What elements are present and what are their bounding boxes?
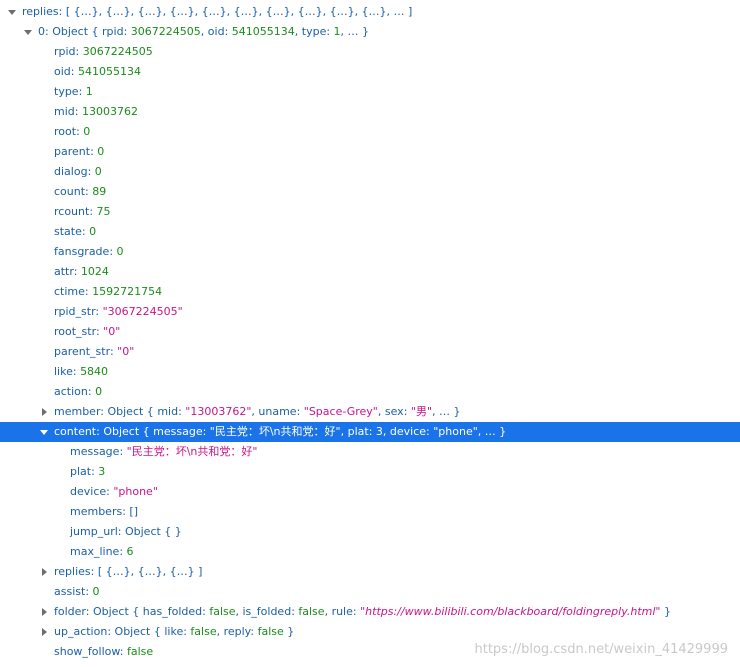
field-value: 13003762 (81, 105, 138, 118)
tree-row-folder[interactable]: folder: Object { has_folded: false, is_f… (0, 602, 740, 622)
field-key: state (54, 225, 82, 238)
tree-row-field: state: 0 (54, 225, 97, 238)
tree-row-content-field: plat: 3 (70, 465, 106, 478)
field-key: root (54, 125, 77, 138)
tree-row-replies[interactable]: replies: [ {…}, {…}, {…}, {…}, {…}, {…},… (0, 2, 740, 22)
tree-row-field: action: 0 (54, 385, 103, 398)
field-key: ctime (54, 285, 85, 298)
field-value: 0 (89, 225, 97, 238)
field-key: like (54, 365, 73, 378)
expand-arrow-icon[interactable] (40, 622, 50, 642)
expand-arrow-icon[interactable] (40, 562, 50, 582)
node-summary: [ {…}, {…}, {…}, {…}, {…}, {…}, {…}, {…}… (65, 5, 413, 18)
field-key: rcount (54, 205, 90, 218)
tree-row-member[interactable]: member: Object { mid: "13003762", uname:… (0, 402, 740, 422)
tree-row-content-field: members: [] (70, 505, 138, 518)
field-value: 0 (97, 145, 105, 158)
tree-row-content-field: max_line: 6 (70, 545, 134, 558)
tree-row-content-field: device: "phone" (70, 485, 158, 498)
tree-row-field: like: 5840 (54, 365, 109, 378)
field-value: Object { } (124, 525, 182, 538)
field-key: plat (70, 465, 92, 478)
field-value: [] (129, 505, 138, 518)
tree-row-replies-nested[interactable]: replies: [ {…}, {…}, {…} ] (0, 562, 740, 582)
expand-arrow-icon[interactable] (40, 602, 50, 622)
field-value: 0 (83, 125, 91, 138)
tree-row-field: ctime: 1592721754 (54, 285, 163, 298)
field-value: 6 (126, 545, 134, 558)
field-value: 75 (96, 205, 111, 218)
field-value: "phone" (113, 485, 158, 498)
field-key: root_str (54, 325, 96, 338)
tree-row-object-0[interactable]: 0: Object { rpid: 3067224505, oid: 54105… (0, 22, 740, 42)
field-key: dialog (54, 165, 88, 178)
field-value: 5840 (80, 365, 109, 378)
collapse-arrow-icon[interactable] (23, 22, 33, 42)
field-value: 0 (116, 245, 124, 258)
tree-row-field: type: 1 (54, 85, 93, 98)
tree-row-content-field: message: "民主党：坏\n共和党：好" (70, 445, 258, 458)
field-key: oid (54, 65, 71, 78)
tree-row-field: mid: 13003762 (54, 105, 138, 118)
field-value: 89 (92, 185, 107, 198)
tree-row-field: parent_str: "0" (54, 345, 135, 358)
tree-row-content-field: jump_url: Object { } (70, 525, 182, 538)
tree-row-field: oid: 541055134 (54, 65, 141, 78)
field-key: action (54, 385, 88, 398)
collapse-arrow-icon[interactable] (39, 422, 49, 442)
field-key: rpid (54, 45, 76, 58)
field-value: "民主党：坏\n共和党：好" (126, 445, 258, 458)
field-value: "3067224505" (102, 305, 183, 318)
field-key: mid (54, 105, 75, 118)
field-value: 1024 (80, 265, 109, 278)
tree-row-field: parent: 0 (54, 145, 105, 158)
tree-row-field: root: 0 (54, 125, 91, 138)
tree-row-field: rcount: 75 (54, 205, 111, 218)
field-key: fansgrade (54, 245, 110, 258)
expand-arrow-icon[interactable] (40, 402, 50, 422)
field-value: 3067224505 (82, 45, 153, 58)
tree-row-field: root_str: "0" (54, 325, 121, 338)
field-key: count (54, 185, 86, 198)
field-key: jump_url (70, 525, 118, 538)
field-value: "0" (103, 325, 121, 338)
field-value: 1592721754 (92, 285, 163, 298)
tree-row-content[interactable]: content: Object { message: "民主党：坏\n共和党：好… (0, 422, 740, 442)
field-value: 0 (95, 385, 103, 398)
tree-row-field: count: 89 (54, 185, 107, 198)
tree-row-assist: assist: 0 (54, 585, 100, 598)
field-value: 1 (85, 85, 93, 98)
field-key: rpid_str (54, 305, 96, 318)
tree-row-field: rpid: 3067224505 (54, 45, 153, 58)
field-key: parent (54, 145, 91, 158)
tree-row-field: fansgrade: 0 (54, 245, 124, 258)
field-key: device (70, 485, 107, 498)
field-key: type (54, 85, 79, 98)
tree-row-field: attr: 1024 (54, 265, 109, 278)
tree-row-up-action[interactable]: up_action: Object { like: false, reply: … (0, 622, 740, 642)
field-key: attr (54, 265, 74, 278)
tree-row-field: rpid_str: "3067224505" (54, 305, 183, 318)
field-value: 3 (98, 465, 106, 478)
field-key: parent_str (54, 345, 110, 358)
field-key: max_line (70, 545, 120, 558)
node-key: replies (22, 5, 59, 18)
watermark: https://blog.csdn.net/weixin_41429999 (474, 642, 728, 657)
field-value: 541055134 (77, 65, 141, 78)
field-key: message (70, 445, 120, 458)
field-value: 0 (94, 165, 102, 178)
collapse-arrow-icon[interactable] (7, 2, 17, 22)
folder-rule-link: https://www.bilibili.com/blackboard/fold… (365, 605, 656, 618)
field-key: members (70, 505, 123, 518)
tree-row-field: dialog: 0 (54, 165, 102, 178)
field-value: "0" (117, 345, 135, 358)
